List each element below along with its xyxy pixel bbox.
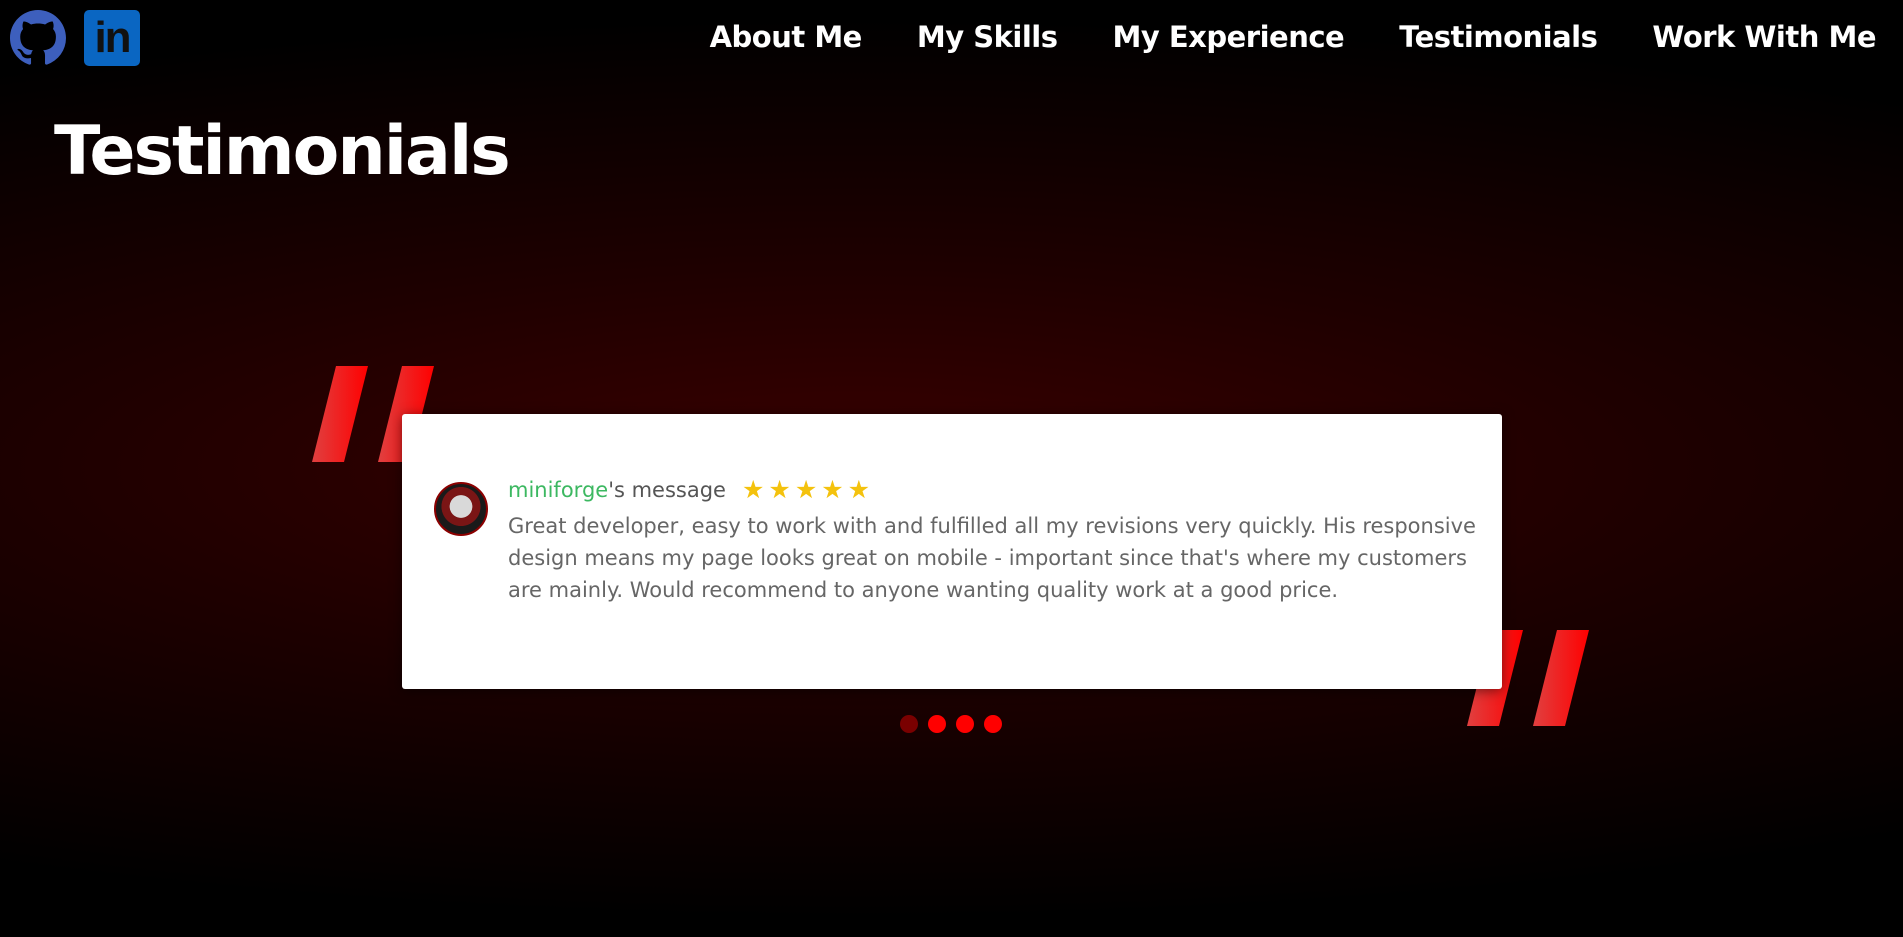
carousel-dot-3[interactable]: [956, 715, 974, 733]
star-icon: ★: [847, 475, 871, 504]
testimonial-card: miniforge 's message ★ ★ ★ ★ ★ Great dev…: [402, 414, 1502, 689]
star-icon: ★: [741, 475, 765, 504]
reviewer-name: miniforge: [508, 477, 609, 502]
star-icon: ★: [821, 475, 844, 504]
nav-work-with-me[interactable]: Work With Me: [1652, 20, 1876, 54]
nav-testimonials[interactable]: Testimonials: [1399, 20, 1598, 54]
nav-my-skills[interactable]: My Skills: [917, 20, 1058, 54]
linkedin-icon: in: [84, 10, 140, 66]
site-header: in About Me My Skills My Experience Test…: [0, 0, 1903, 80]
avatar: [434, 482, 488, 536]
message-header: miniforge 's message ★ ★ ★ ★ ★: [508, 477, 870, 502]
testimonial-text: Great developer, easy to work with and f…: [508, 514, 1476, 602]
carousel-dot-1[interactable]: [900, 715, 918, 733]
carousel-dot-2[interactable]: [928, 715, 946, 733]
carousel-indicators: [900, 715, 1002, 733]
page-title: Testimonials: [54, 112, 511, 191]
star-icon: ★: [794, 475, 818, 504]
linkedin-link[interactable]: in: [84, 10, 140, 66]
star-rating: ★ ★ ★ ★ ★: [742, 477, 870, 502]
nav-about-me[interactable]: About Me: [710, 20, 863, 54]
message-suffix: 's message: [608, 477, 726, 502]
github-icon: [10, 10, 66, 65]
star-icon: ★: [768, 475, 791, 504]
carousel-dot-4[interactable]: [984, 715, 1002, 733]
main-nav: About Me My Skills My Experience Testimo…: [710, 20, 1877, 54]
social-links: in: [10, 10, 140, 66]
github-link[interactable]: [10, 10, 66, 66]
nav-my-experience[interactable]: My Experience: [1112, 20, 1344, 54]
